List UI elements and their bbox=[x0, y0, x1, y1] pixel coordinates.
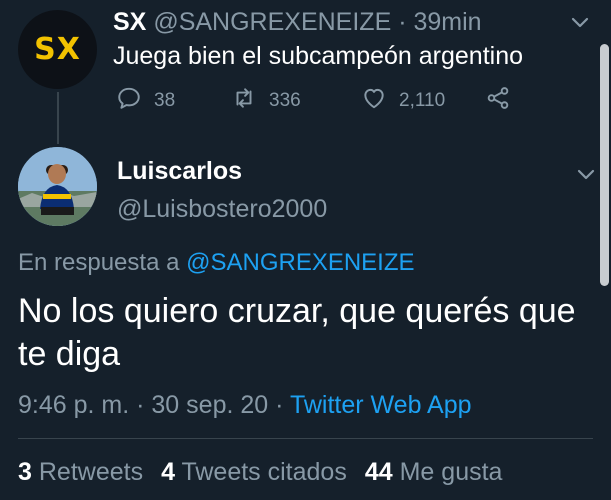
heart-icon bbox=[361, 85, 387, 117]
like-count: 2,110 bbox=[399, 90, 446, 111]
likes-label: Me gusta bbox=[399, 458, 503, 486]
quotes-count: 4 bbox=[161, 458, 175, 486]
author-name[interactable]: Luiscarlos bbox=[117, 157, 242, 186]
scrollbar[interactable] bbox=[600, 44, 609, 286]
share-icon bbox=[485, 85, 511, 117]
author-name[interactable]: SX bbox=[113, 8, 146, 36]
tweet-time[interactable]: 9:46 p. m. bbox=[18, 391, 129, 419]
tweet-text: No los quiero cruzar, que querés que te … bbox=[18, 292, 576, 373]
tweet-text: Juega bien el subcampeón argentino bbox=[113, 42, 524, 70]
quotes-label: Tweets citados bbox=[181, 458, 347, 486]
likes-stat[interactable]: 44 Me gusta bbox=[365, 458, 503, 486]
author-handle[interactable]: @SANGREXENEIZE bbox=[153, 8, 391, 36]
tweet-time[interactable]: 39min bbox=[413, 8, 481, 36]
retweet-icon bbox=[231, 85, 257, 117]
retweet-button[interactable]: 336 bbox=[231, 86, 301, 116]
parent-tweet[interactable]: SX SX @SANGREXENEIZE · 39min Juega bien … bbox=[0, 0, 611, 144]
likes-count: 44 bbox=[364, 458, 393, 486]
reply-button[interactable]: 38 bbox=[116, 86, 175, 116]
author-handle[interactable]: @Luisbostero2000 bbox=[117, 195, 327, 224]
reply-count: 38 bbox=[154, 90, 176, 111]
reply-context: En respuesta a @SANGREXENEIZE bbox=[18, 249, 415, 277]
retweets-count: 3 bbox=[18, 458, 32, 486]
tweet-meta: 9:46 p. m. · 30 sep. 20 · Twitter Web Ap… bbox=[18, 391, 472, 420]
reply-mention-link[interactable]: @SANGREXENEIZE bbox=[186, 249, 414, 276]
like-button[interactable]: 2,110 bbox=[361, 86, 445, 116]
retweets-label: Retweets bbox=[38, 458, 144, 486]
separator: · bbox=[398, 8, 407, 36]
tweet-source-link[interactable]: Twitter Web App bbox=[290, 391, 472, 419]
reply-icon bbox=[116, 85, 142, 117]
share-button[interactable] bbox=[485, 86, 511, 116]
reply-label: En respuesta a bbox=[18, 249, 180, 276]
thread-line bbox=[57, 92, 59, 144]
tweet-header: SX @SANGREXENEIZE · 39min bbox=[113, 8, 482, 36]
retweets-stat[interactable]: 3 Retweets bbox=[18, 458, 143, 486]
tweet-stats: 3 Retweets 4 Tweets citados 44 Me gusta bbox=[18, 458, 502, 487]
separator: · bbox=[136, 391, 145, 419]
avatar-logo-text: SX bbox=[34, 32, 81, 67]
separator: · bbox=[275, 391, 284, 419]
avatar[interactable]: SX bbox=[18, 10, 97, 89]
divider bbox=[18, 438, 593, 439]
quotes-stat[interactable]: 4 Tweets citados bbox=[161, 458, 347, 486]
tweet-date[interactable]: 30 sep. 20 bbox=[151, 391, 268, 419]
chevron-down-icon[interactable] bbox=[568, 10, 592, 34]
retweet-count: 336 bbox=[269, 90, 301, 111]
avatar[interactable] bbox=[18, 147, 97, 226]
tweet-actions: 38 336 2,110 bbox=[113, 86, 533, 116]
chevron-down-icon[interactable] bbox=[574, 162, 598, 186]
